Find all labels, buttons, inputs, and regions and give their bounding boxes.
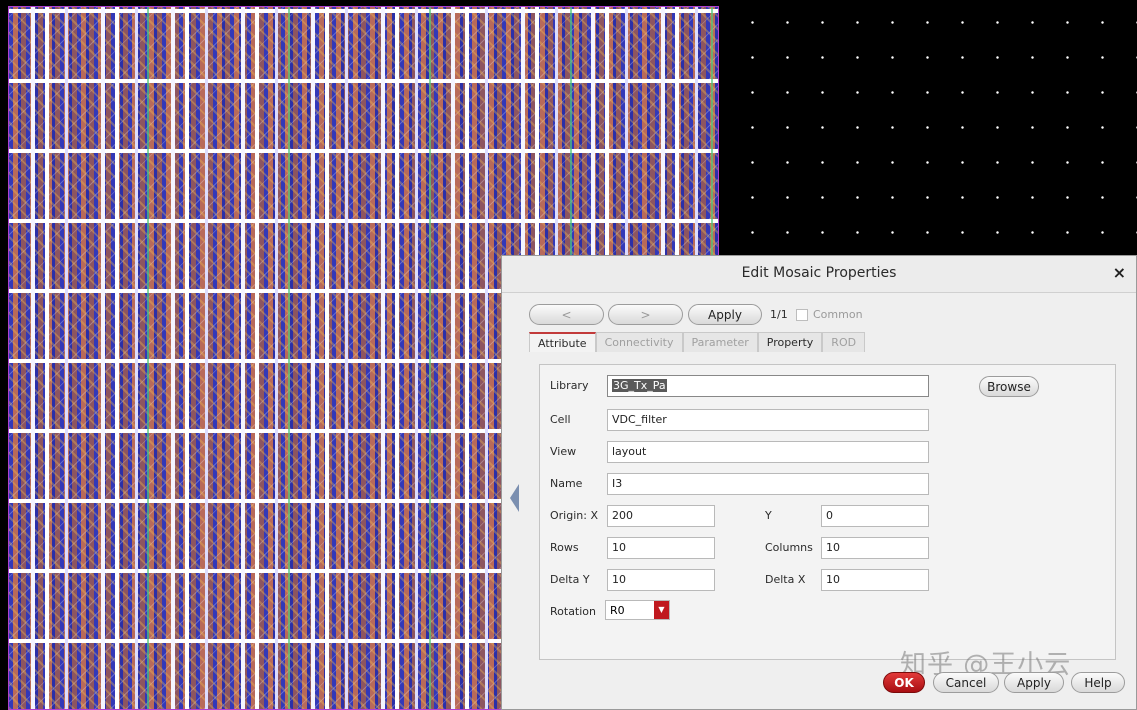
rows-label: Rows <box>550 541 579 554</box>
rotation-value: R0 <box>610 604 625 617</box>
delta-y-label: Delta Y <box>550 573 590 586</box>
origin-y-field[interactable]: 0 <box>821 505 929 527</box>
view-label: View <box>550 445 577 458</box>
delta-x-field[interactable]: 10 <box>821 569 929 591</box>
tab-attribute[interactable]: Attribute <box>529 332 596 352</box>
view-field[interactable]: layout <box>607 441 929 463</box>
ok-button[interactable]: OK <box>883 672 925 693</box>
cancel-button[interactable]: Cancel <box>933 672 999 693</box>
common-label: Common <box>813 308 863 321</box>
origin-x-field[interactable]: 200 <box>607 505 715 527</box>
tab-parameter[interactable]: Parameter <box>682 332 758 352</box>
next-button[interactable]: > <box>608 304 683 325</box>
tab-property[interactable]: Property <box>757 332 823 352</box>
origin-x-label: Origin: X <box>550 509 598 522</box>
library-field[interactable]: 3G_Tx_Pa <box>607 375 929 397</box>
library-value: 3G_Tx_Pa <box>612 379 667 392</box>
instance-counter: 1/1 <box>770 308 788 321</box>
columns-label: Columns <box>765 541 813 554</box>
rotation-label: Rotation <box>550 605 597 618</box>
browse-button[interactable]: Browse <box>979 376 1039 397</box>
delta-y-field[interactable]: 10 <box>607 569 715 591</box>
name-label: Name <box>550 477 583 490</box>
library-label: Library <box>550 379 589 392</box>
tab-connectivity[interactable]: Connectivity <box>595 332 683 352</box>
cell-field[interactable]: VDC_filter <box>607 409 929 431</box>
rotation-select[interactable]: R0 ▼ <box>605 600 670 620</box>
rows-field[interactable]: 10 <box>607 537 715 559</box>
close-icon[interactable]: × <box>1113 263 1126 282</box>
tab-rod[interactable]: ROD <box>822 332 866 352</box>
help-button[interactable]: Help <box>1071 672 1125 693</box>
columns-field[interactable]: 10 <box>821 537 929 559</box>
edit-mosaic-properties-dialog: Edit Mosaic Properties × < > Apply 1/1 C… <box>501 255 1137 710</box>
dialog-title: Edit Mosaic Properties <box>741 265 897 281</box>
collapse-arrow-icon[interactable] <box>510 484 519 512</box>
previous-button[interactable]: < <box>529 304 604 325</box>
cell-label: Cell <box>550 413 571 426</box>
origin-y-label: Y <box>765 509 772 522</box>
apply-top-button[interactable]: Apply <box>688 304 762 325</box>
chevron-down-icon: ▼ <box>654 601 669 619</box>
name-field[interactable]: I3 <box>607 473 929 495</box>
common-checkbox[interactable] <box>796 309 808 321</box>
tab-bar: Attribute Connectivity Parameter Propert… <box>529 332 866 352</box>
dialog-titlebar[interactable]: Edit Mosaic Properties × <box>502 256 1136 293</box>
apply-button[interactable]: Apply <box>1004 672 1064 693</box>
delta-x-label: Delta X <box>765 573 806 586</box>
